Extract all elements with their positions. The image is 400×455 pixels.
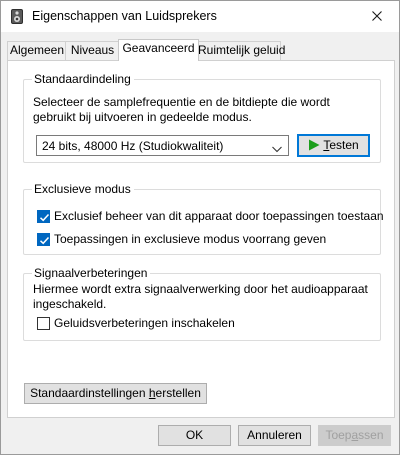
chevron-down-icon [272,142,282,153]
properties-dialog: Eigenschappen van Luidsprekers Algemeen … [0,0,400,455]
group-title: Exclusieve modus [32,182,134,196]
restore-label-prefix: Standaardinstellingen [30,386,149,400]
enhancements-label[interactable]: Geluidsverbeteringen inschakelen [54,316,235,331]
play-icon [308,137,320,158]
tab-label: Niveaus [70,43,115,57]
signal-enhancements-description: Hiermee wordt extra signaalverwerking do… [33,282,368,311]
exclusive-mode-group: Exclusieve modus Exclusief beheer van di… [23,182,384,255]
tab-geavanceerd[interactable]: Geavanceerd [118,39,199,61]
group-title: Standaardindeling [32,72,134,86]
test-button[interactable]: Testen [297,134,370,157]
default-format-description: Selecteer de samplefrequentie en de bitd… [33,95,330,124]
tab-label: Algemeen [9,43,65,57]
checkmark-icon [39,236,50,245]
title-bar[interactable]: Eigenschappen van Luidsprekers [1,1,399,32]
restore-label-accel: h [148,386,156,400]
tab-ruimtelijk-geluid[interactable]: Ruimtelijk geluid [197,41,285,60]
enhancements-checkbox[interactable] [37,317,50,330]
ok-label: OK [185,428,204,442]
window-title: Eigenschappen van Luidsprekers [32,9,217,23]
close-button[interactable] [355,1,399,32]
exclusive-priority-label[interactable]: Toepassingen in exclusieve modus voorran… [54,232,326,247]
restore-label-suffix: erstellen [155,386,201,400]
apply-button[interactable]: Toepassen [318,425,391,446]
speaker-icon [11,9,23,24]
group-title: Signaalverbeteringen [32,266,151,280]
select-value: 24 bits, 48000 Hz (Studiokwaliteit) [42,139,224,153]
exclusive-priority-checkbox[interactable] [37,233,50,246]
apply-label-prefix: Toep [325,428,352,442]
checkmark-icon [39,213,50,222]
cancel-button[interactable]: Annuleren [238,425,311,446]
tab-label: Ruimtelijk geluid [198,43,286,57]
restore-defaults-button[interactable]: Standaardinstellingen herstellen [24,383,207,404]
ok-button[interactable]: OK [158,425,231,446]
tab-panel-geavanceerd: Standaardindeling Selecteer de samplefre… [7,60,395,418]
sample-format-select[interactable]: 24 bits, 48000 Hz (Studiokwaliteit) [36,135,289,156]
exclusive-control-label[interactable]: Exclusief beheer van dit apparaat door t… [54,209,384,224]
default-format-group: Standaardindeling Selecteer de samplefre… [23,72,381,163]
exclusive-control-checkbox[interactable] [37,210,50,223]
cancel-label: Annuleren [247,428,302,442]
apply-label-suffix: ssen [358,428,384,442]
tab-algemeen[interactable]: Algemeen [7,41,67,60]
tab-niveaus[interactable]: Niveaus [65,41,120,60]
close-icon [372,10,382,24]
tab-label: Geavanceerd [122,41,195,55]
signal-enhancements-group: Signaalverbeteringen Hiermee wordt extra… [23,266,381,341]
test-label: Testen [323,138,359,152]
